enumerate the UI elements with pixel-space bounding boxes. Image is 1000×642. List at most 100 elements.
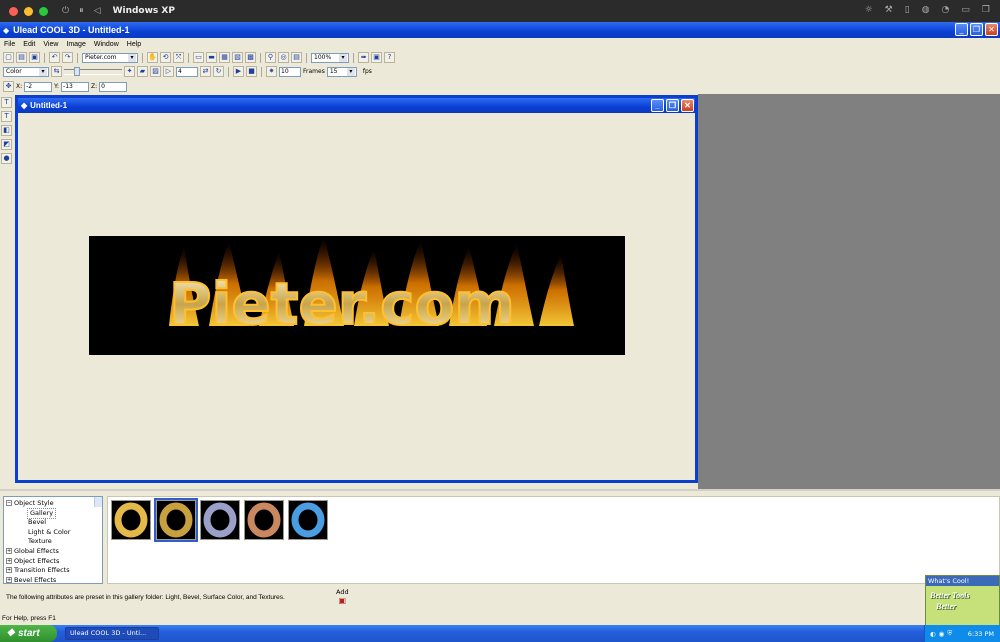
display-icon[interactable]: ▤	[291, 52, 302, 63]
z-spinner[interactable]: 0	[99, 81, 128, 92]
preset-thumb-silver[interactable]	[200, 500, 240, 540]
run-icon[interactable]: ➠	[358, 52, 369, 63]
swap-icon[interactable]: ⇆	[51, 66, 62, 77]
zoom-window-icon[interactable]	[39, 6, 48, 16]
expand-icon[interactable]: +	[6, 567, 12, 574]
tree-item-bevel-effects[interactable]: + Bevel Effects	[6, 576, 100, 586]
align-center-icon[interactable]: ▬	[206, 52, 217, 63]
spark-icon[interactable]: ✷	[266, 66, 277, 77]
open-icon[interactable]: ▤	[16, 52, 27, 63]
fps-spinner[interactable]: 10	[279, 66, 301, 77]
shield-icon[interactable]: ⛨	[947, 629, 952, 638]
render-canvas[interactable]: Pieter.com	[89, 236, 625, 355]
menu-edit[interactable]: Edit	[23, 41, 35, 48]
minimize-icon[interactable]: _	[955, 23, 968, 36]
gauge-icon[interactable]: ◔	[942, 5, 950, 15]
menu-window[interactable]: Window	[94, 41, 119, 48]
tree-item-object-effects[interactable]: + Object Effects	[6, 557, 100, 567]
align-left-icon[interactable]: ▭	[193, 52, 204, 63]
globe-icon[interactable]: ◎	[278, 52, 289, 63]
mouse-icon[interactable]: ◍	[922, 5, 930, 15]
minimize-window-icon[interactable]	[24, 6, 33, 16]
frame-icon[interactable]: ▦	[219, 52, 230, 63]
menu-view[interactable]: View	[43, 41, 58, 48]
menu-file[interactable]: File	[4, 41, 15, 48]
intensity-slider[interactable]	[64, 66, 122, 76]
loop-icon[interactable]: ⇄	[200, 66, 211, 77]
collapse-icon[interactable]: −	[6, 500, 12, 506]
geometric-icon[interactable]: ●	[1, 153, 12, 164]
hand-icon[interactable]: ✋	[147, 52, 158, 63]
wrench-icon[interactable]: ⚒	[885, 5, 893, 15]
expand-icon[interactable]: +	[6, 547, 12, 554]
tree-item-transition-effects[interactable]: + Transition Effects	[6, 566, 100, 576]
move-icon[interactable]: ✥	[3, 81, 14, 92]
frames-combo[interactable]: 15	[326, 66, 357, 77]
back-icon[interactable]: ◁	[94, 6, 101, 16]
doc-close-icon[interactable]: ✕	[681, 99, 694, 112]
expand-icon[interactable]: +	[6, 576, 12, 583]
doc-minimize-icon[interactable]: _	[651, 99, 664, 112]
close-window-icon[interactable]	[9, 6, 18, 16]
add-button[interactable]: Add ▣	[336, 588, 349, 605]
start-button[interactable]: ❖ start	[0, 625, 57, 642]
tree-item-object-style[interactable]: − Object Style	[6, 499, 100, 509]
zoom-combo[interactable]: 100%	[311, 52, 349, 63]
tree-scrollbar[interactable]	[94, 497, 102, 507]
windows-logo-icon: ❖	[6, 628, 15, 639]
power-icon[interactable]: ⏻	[62, 6, 69, 16]
image-icon[interactable]: ▧	[232, 52, 243, 63]
insert-text-icon[interactable]: T	[1, 97, 12, 108]
play-icon[interactable]: ▶	[233, 66, 244, 77]
stripe-icon[interactable]: ▨	[150, 66, 161, 77]
help-icon[interactable]: ?	[384, 52, 395, 63]
preset-thumb-brass[interactable]	[154, 498, 198, 542]
save-icon[interactable]: ▣	[29, 52, 40, 63]
brightness-icon[interactable]: ☼	[865, 5, 873, 15]
new-icon[interactable]: ▢	[3, 52, 14, 63]
maximize-icon[interactable]: ❐	[970, 23, 983, 36]
menu-help[interactable]: Help	[127, 41, 141, 48]
close-icon[interactable]: ✕	[985, 23, 998, 36]
color-combo[interactable]: Color	[3, 66, 49, 77]
slider-thumb[interactable]	[74, 66, 80, 76]
tree-item-gallery[interactable]: Gallery	[6, 507, 100, 520]
effects-tree[interactable]: − Object Style Gallery Bevel Light & Colo…	[3, 496, 103, 584]
edit-text-icon[interactable]: T	[1, 111, 12, 122]
text-object-combo[interactable]: Pieter.com	[82, 52, 138, 63]
taskbar-item-cool3d[interactable]: Ulead COOL 3D - Unti...	[65, 627, 159, 640]
undo-icon[interactable]: ↶	[49, 52, 60, 63]
rotate-icon[interactable]: ⟲	[160, 52, 171, 63]
menu-image[interactable]: Image	[66, 41, 85, 48]
tree-item-light-color[interactable]: Light & Color	[6, 528, 100, 538]
y-spinner[interactable]: -13	[61, 81, 90, 92]
tree-item-texture[interactable]: Texture	[6, 537, 100, 547]
stop-icon[interactable]: ■	[246, 66, 257, 77]
capture-icon[interactable]: ▣	[371, 52, 382, 63]
doc-maximize-icon[interactable]: ❐	[666, 99, 679, 112]
camera-icon[interactable]: ▩	[245, 52, 256, 63]
lens-icon[interactable]: ⚲	[265, 52, 276, 63]
tree-item-global-effects[interactable]: + Global Effects	[6, 547, 100, 557]
bevel-icon[interactable]: ▰	[137, 66, 148, 77]
light-icon[interactable]: ✦	[124, 66, 135, 77]
bevel-spinner[interactable]: 4	[176, 66, 198, 77]
windows-icon[interactable]: ❐	[982, 5, 990, 15]
insert-shape-icon[interactable]: ◧	[1, 125, 12, 136]
redo-icon[interactable]: ↷	[62, 52, 73, 63]
usb-icon[interactable]: ▯	[905, 5, 910, 15]
refresh-icon[interactable]: ↻	[213, 66, 224, 77]
x-spinner[interactable]: -2	[24, 81, 53, 92]
preset-thumb-gold[interactable]	[111, 500, 151, 540]
preset-thumb-blue[interactable]	[288, 500, 328, 540]
folder-icon[interactable]: ▭	[961, 5, 970, 15]
insert-object-icon[interactable]: ◩	[1, 139, 12, 150]
expand-icon[interactable]: +	[6, 557, 12, 564]
network-icon[interactable]: ◐	[930, 630, 936, 638]
tree-item-bevel[interactable]: Bevel	[6, 518, 100, 528]
pause-icon[interactable]: ⏸	[79, 6, 84, 16]
security-icon[interactable]: ◉	[939, 630, 945, 638]
resize-icon[interactable]: ⤧	[173, 52, 184, 63]
arrow-right-icon[interactable]: ▷	[163, 66, 174, 77]
preset-thumb-copper[interactable]	[244, 500, 284, 540]
